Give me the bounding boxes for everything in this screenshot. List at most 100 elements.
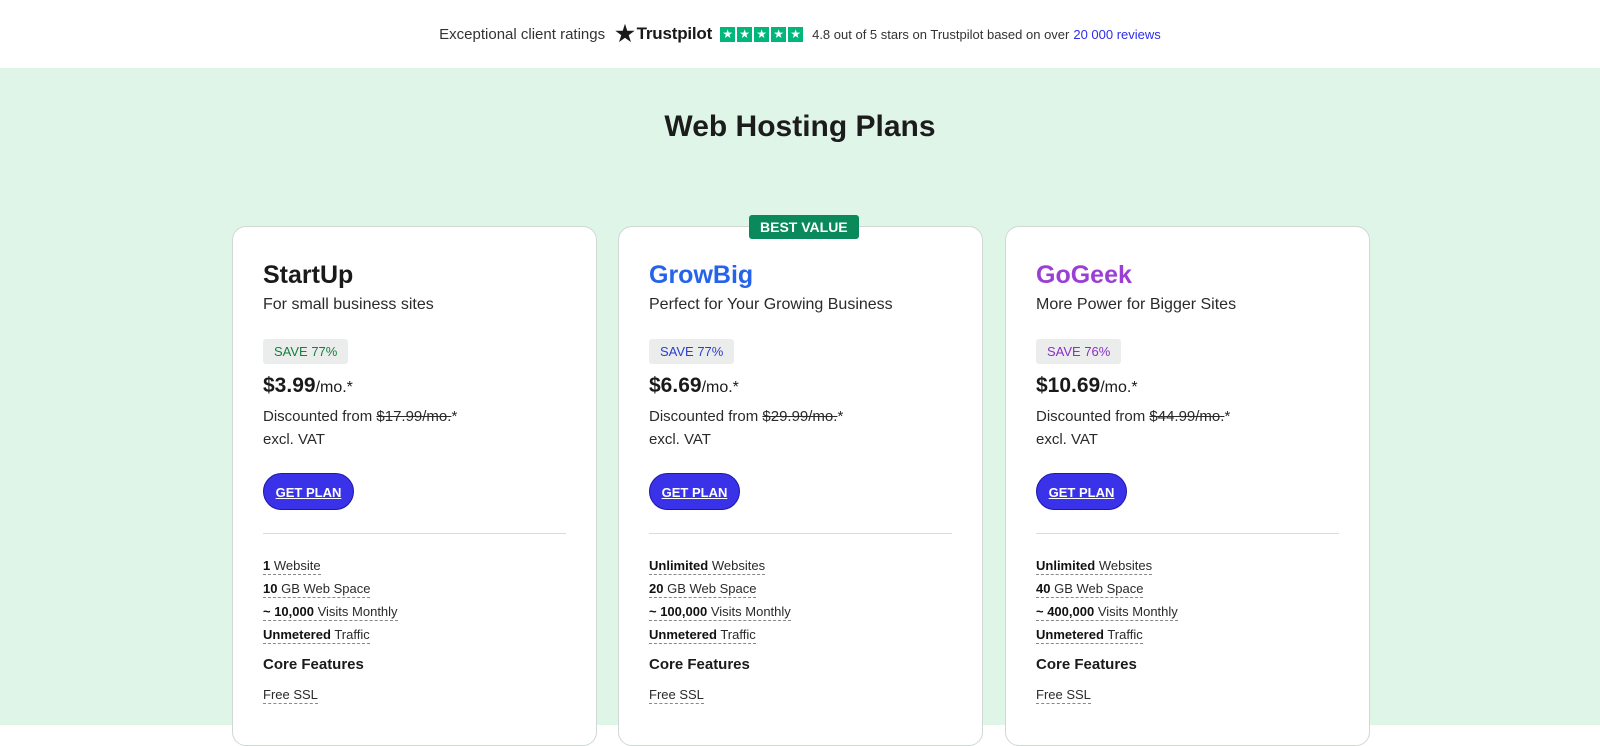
feature-item: Unmetered Traffic xyxy=(649,627,952,644)
feature-label: Visits Monthly xyxy=(1097,604,1178,619)
plan-name: GrowBig xyxy=(649,261,754,289)
old-price: $29.99/mo. xyxy=(762,408,838,425)
rating-text: 4.8 out of 5 stars on Trustpilot based o… xyxy=(812,26,1070,42)
feature-value: 40 xyxy=(1036,581,1051,596)
vat-note: excl. VAT xyxy=(1036,431,1098,448)
vat-note: excl. VAT xyxy=(649,431,711,448)
discount-info: Discounted from $17.99/mo.* xyxy=(263,405,566,428)
price-period: /mo.* xyxy=(1100,379,1138,396)
feature-item: Unlimited Websites xyxy=(1036,558,1339,575)
core-feature-item: Free SSL xyxy=(649,687,704,704)
plan-card-startup: StartUp For small business sites SAVE 77… xyxy=(232,226,597,746)
feature-item: Unmetered Traffic xyxy=(1036,627,1339,644)
feature-item: 40 GB Web Space xyxy=(1036,581,1339,598)
vat-note: excl. VAT xyxy=(263,431,325,448)
feature-label: Websites xyxy=(1098,558,1153,573)
feature-value: ~ 400,000 xyxy=(1036,604,1095,619)
feature-item: Unmetered Traffic xyxy=(263,627,566,644)
trustpilot-logo[interactable]: ★ Trustpilot xyxy=(615,23,712,45)
feature-label: GB Web Space xyxy=(1054,581,1144,596)
plan-price: $10.69/mo.* xyxy=(1036,374,1339,398)
feature-label: GB Web Space xyxy=(281,581,371,596)
plan-name: GoGeek xyxy=(1036,261,1132,289)
plan-card-gogeek: GoGeek More Power for Bigger Sites SAVE … xyxy=(1005,226,1370,746)
discount-suffix: * xyxy=(837,408,844,425)
plan-card-growbig: BEST VALUE GrowBig Perfect for Your Grow… xyxy=(618,215,983,746)
trustpilot-brand: Trustpilot xyxy=(636,24,713,43)
section-title: Web Hosting Plans xyxy=(664,110,936,143)
feature-item: 10 GB Web Space xyxy=(263,581,566,598)
ratings-lead-text: Exceptional client ratings xyxy=(439,25,606,43)
feature-label: Visits Monthly xyxy=(317,604,398,619)
core-features-heading: Core Features xyxy=(263,656,364,673)
feature-label: Websites xyxy=(711,558,766,573)
trustpilot-star-icon: ★ xyxy=(615,21,635,46)
feature-value: Unlimited xyxy=(1036,558,1096,573)
trustpilot-bar: Exceptional client ratings ★ Trustpilot … xyxy=(0,0,1600,68)
core-feature-item: Free SSL xyxy=(263,687,318,704)
feature-label: Traffic xyxy=(720,627,756,642)
feature-value: Unmetered xyxy=(1036,627,1104,642)
feature-value: 10 xyxy=(263,581,278,596)
feature-item: ~ 400,000 Visits Monthly xyxy=(1036,604,1339,621)
feature-item: ~ 10,000 Visits Monthly xyxy=(263,604,566,621)
divider xyxy=(263,533,566,534)
plan-subtitle: For small business sites xyxy=(263,296,434,313)
feature-value: ~ 10,000 xyxy=(263,604,314,619)
pricing-section: Web Hosting Plans StartUp For small busi… xyxy=(0,68,1600,746)
rating-stars: ★ ★ ★ ★ ★ xyxy=(720,26,804,42)
discount-info: Discounted from $29.99/mo.* xyxy=(649,405,952,428)
plan-name: StartUp xyxy=(263,261,354,289)
feature-value: 20 xyxy=(649,581,664,596)
core-features-heading: Core Features xyxy=(1036,656,1137,673)
reviews-link[interactable]: 20 000 reviews xyxy=(1073,27,1160,42)
feature-value: Unmetered xyxy=(263,627,331,642)
save-badge: SAVE 76% xyxy=(1036,339,1122,364)
feature-label: Traffic xyxy=(334,627,370,642)
price-amount: $6.69 xyxy=(649,374,702,397)
star-icon: ★ xyxy=(771,26,787,42)
feature-label: Traffic xyxy=(1107,627,1143,642)
divider xyxy=(649,533,952,534)
discount-suffix: * xyxy=(451,408,458,425)
save-badge: SAVE 77% xyxy=(263,339,349,364)
feature-value: 1 xyxy=(263,558,271,573)
plan-subtitle: Perfect for Your Growing Business xyxy=(649,296,893,313)
feature-value: Unmetered xyxy=(649,627,717,642)
get-plan-button[interactable]: GET PLAN xyxy=(1036,473,1127,510)
core-feature-item: Free SSL xyxy=(1036,687,1091,704)
discount-prefix: Discounted from xyxy=(1036,408,1146,425)
star-icon: ★ xyxy=(720,26,736,42)
discount-suffix: * xyxy=(1224,408,1231,425)
core-features-heading: Core Features xyxy=(649,656,750,673)
old-price: $17.99/mo. xyxy=(376,408,452,425)
discount-info: Discounted from $44.99/mo.* xyxy=(1036,405,1339,428)
feature-value: Unlimited xyxy=(649,558,709,573)
feature-label: GB Web Space xyxy=(667,581,757,596)
star-icon: ★ xyxy=(737,26,753,42)
get-plan-button[interactable]: GET PLAN xyxy=(649,473,740,510)
discount-prefix: Discounted from xyxy=(263,408,373,425)
feature-item: ~ 100,000 Visits Monthly xyxy=(649,604,952,621)
price-period: /mo.* xyxy=(701,379,739,396)
get-plan-button[interactable]: GET PLAN xyxy=(263,473,354,510)
price-period: /mo.* xyxy=(315,379,353,396)
feature-value: ~ 100,000 xyxy=(649,604,708,619)
feature-item: Unlimited Websites xyxy=(649,558,952,575)
star-icon: ★ xyxy=(754,26,770,42)
price-amount: $10.69 xyxy=(1036,374,1101,397)
feature-label: Website xyxy=(273,558,321,573)
discount-prefix: Discounted from xyxy=(649,408,759,425)
best-value-badge: BEST VALUE xyxy=(749,215,859,239)
price-amount: $3.99 xyxy=(263,374,316,397)
plan-price: $6.69/mo.* xyxy=(649,374,952,398)
save-badge: SAVE 77% xyxy=(649,339,735,364)
feature-item: 1 Website xyxy=(263,558,566,575)
star-icon: ★ xyxy=(788,26,804,42)
feature-item: 20 GB Web Space xyxy=(649,581,952,598)
feature-label: Visits Monthly xyxy=(710,604,791,619)
plan-price: $3.99/mo.* xyxy=(263,374,566,398)
plan-subtitle: More Power for Bigger Sites xyxy=(1036,296,1237,313)
divider xyxy=(1036,533,1339,534)
old-price: $44.99/mo. xyxy=(1149,408,1225,425)
